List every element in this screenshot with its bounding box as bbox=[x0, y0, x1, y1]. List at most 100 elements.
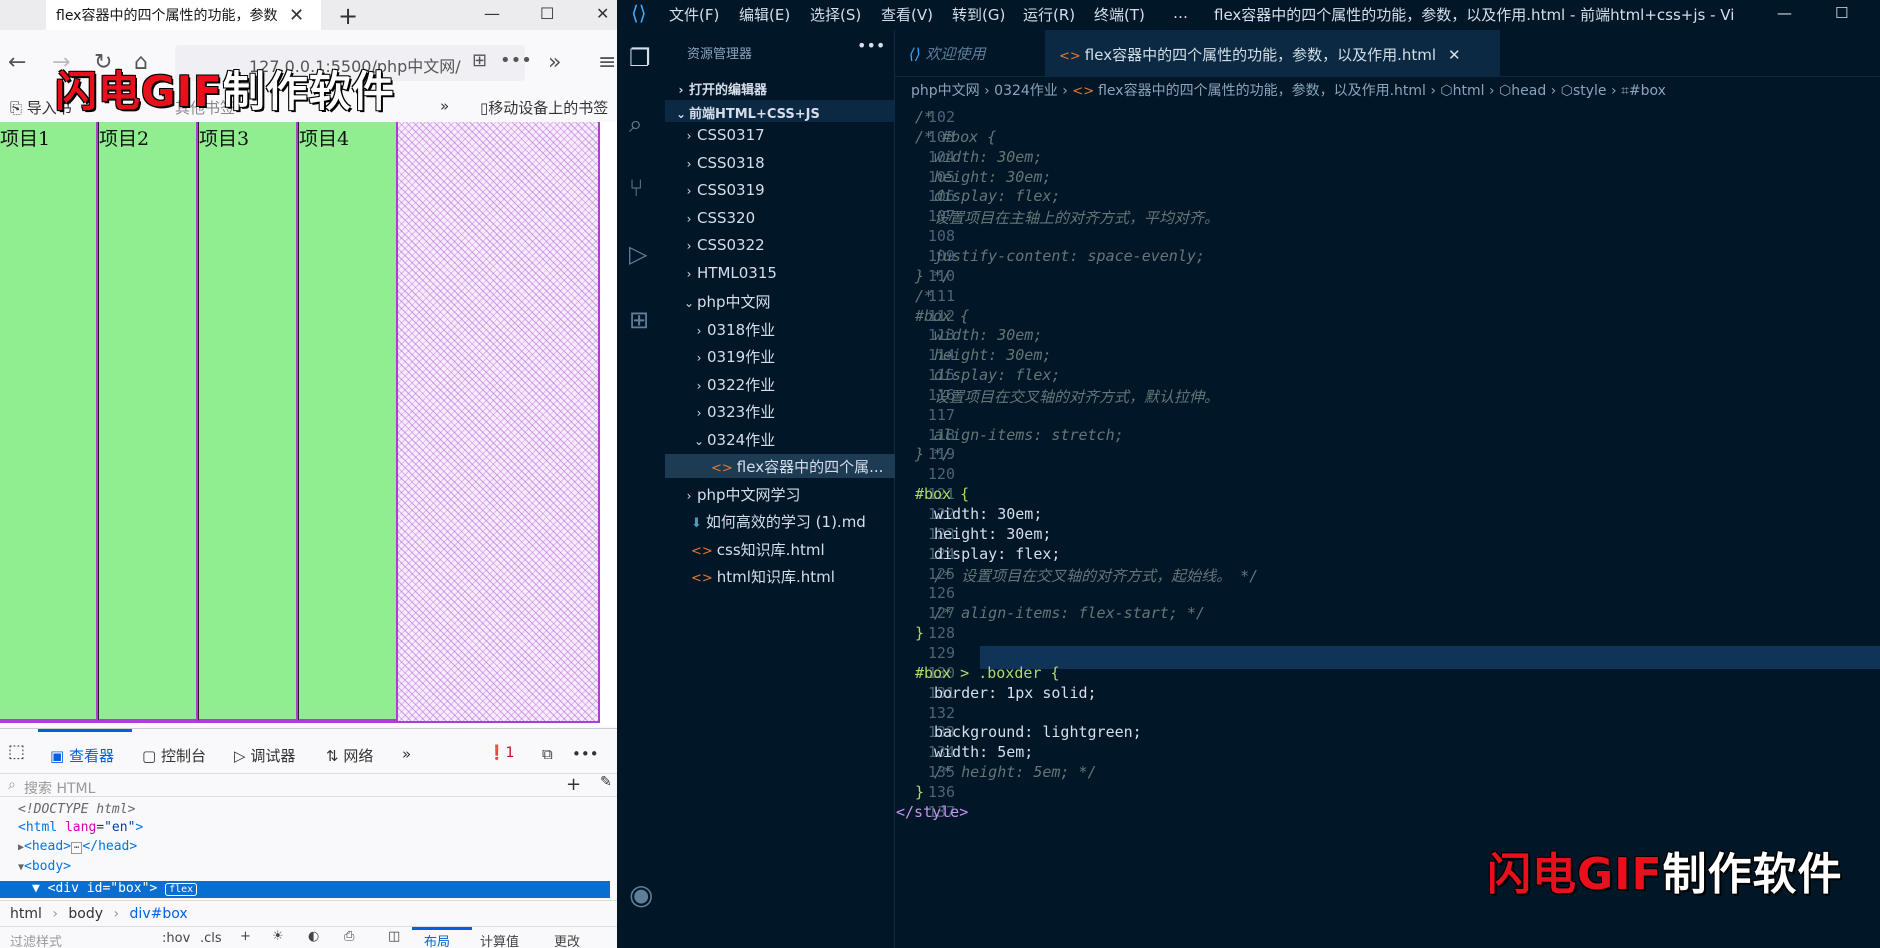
dom-head[interactable]: ▶<head> ⋯ </head> bbox=[18, 839, 137, 854]
dom-doctype[interactable]: <!DOCTYPE html> bbox=[18, 802, 135, 817]
code-line[interactable]: height: 30em; bbox=[934, 525, 1051, 543]
crumb-folder[interactable]: php中文网 bbox=[911, 83, 980, 99]
tab-network[interactable]: ⇅ 网络 bbox=[326, 745, 373, 766]
collapse-icon[interactable]: ▼ bbox=[0, 881, 40, 896]
picker-icon[interactable]: ⬚ bbox=[8, 741, 25, 762]
tree-item[interactable]: ⬇ 如何高效的学习 (1).md bbox=[665, 509, 895, 533]
tree-item[interactable]: › CSS0322 bbox=[665, 234, 895, 258]
tree-item[interactable]: › 0322作业 bbox=[665, 372, 895, 396]
code-line[interactable]: #box { bbox=[915, 485, 969, 503]
new-tab-icon[interactable]: + bbox=[338, 2, 358, 30]
add-node-icon[interactable]: + bbox=[566, 774, 581, 795]
tree-item[interactable]: <> html知识库.html bbox=[665, 564, 895, 588]
tree-item[interactable]: › php中文网学习 bbox=[665, 482, 895, 506]
light-mode-icon[interactable]: ☀ bbox=[272, 929, 284, 944]
crumb-file[interactable]: flex容器中的四个属性的功能，参数，以及作用.html bbox=[1098, 83, 1426, 99]
code-line[interactable]: height: 30em; bbox=[934, 168, 1051, 186]
tree-item[interactable]: <> flex容器中的四个属... bbox=[665, 454, 895, 478]
search-icon[interactable]: ⌕ bbox=[629, 110, 642, 138]
explorer-more-icon[interactable]: ••• bbox=[857, 36, 885, 55]
code-line[interactable]: width: 30em; bbox=[934, 148, 1042, 166]
tree-item[interactable]: › CSS0318 bbox=[665, 152, 895, 176]
tab-computed[interactable]: 计算值 bbox=[480, 931, 519, 948]
menu-view[interactable]: 查看(V) bbox=[881, 4, 933, 25]
more-icon[interactable]: ••• bbox=[500, 50, 532, 71]
flex-badge[interactable]: flex bbox=[165, 883, 198, 896]
add-rule-icon[interactable]: + bbox=[240, 929, 251, 944]
print-icon[interactable]: ⎙ bbox=[344, 929, 354, 944]
eyedropper-icon[interactable]: ✎ bbox=[600, 774, 612, 790]
filter-styles-input[interactable]: 过滤样式 bbox=[10, 931, 62, 948]
code-line[interactable]: } */ bbox=[915, 445, 951, 463]
bookmark-mobile[interactable]: ▯移动设备上的书签 bbox=[480, 97, 608, 118]
qr-icon[interactable]: ⊞ bbox=[472, 50, 487, 71]
tree-item[interactable]: › HTML0315 bbox=[665, 262, 895, 286]
cls-toggle[interactable]: .cls bbox=[200, 931, 222, 946]
devtools-more-icon[interactable]: ••• bbox=[572, 745, 599, 763]
dom-body[interactable]: ▼<body> bbox=[18, 859, 71, 874]
tree-item[interactable]: › 0323作业 bbox=[665, 399, 895, 423]
tab-welcome[interactable]: ⟨⟩ 欢迎使用 bbox=[895, 30, 1045, 77]
minimize-icon[interactable]: — bbox=[1777, 4, 1792, 22]
dark-mode-icon[interactable]: ◐ bbox=[308, 929, 319, 944]
code-line[interactable]: } */ bbox=[915, 267, 951, 285]
explorer-icon[interactable]: ❐ bbox=[629, 44, 651, 72]
tree-item[interactable]: › 0319作业 bbox=[665, 344, 895, 368]
overflow-icon[interactable]: » bbox=[548, 50, 561, 75]
back-icon[interactable]: ← bbox=[8, 50, 26, 75]
code-line[interactable]: /* 设置项目在交叉轴的对齐方式，起始线。 */ bbox=[934, 565, 1258, 586]
run-debug-icon[interactable]: ▷ bbox=[629, 240, 647, 268]
account-icon[interactable]: ◉ bbox=[629, 878, 653, 911]
code-line[interactable]: /* height: 5em; */ bbox=[934, 763, 1097, 781]
crumb-box[interactable]: ⌗#box bbox=[1621, 83, 1666, 99]
tab-changes[interactable]: 更改 bbox=[554, 931, 580, 948]
code-line[interactable]: } bbox=[915, 783, 924, 801]
workspace-section[interactable]: ⌄ 前端HTML+CSS+JS bbox=[665, 100, 895, 122]
crumb-div-box[interactable]: div#box bbox=[130, 906, 188, 922]
code-line[interactable]: 设置项目在交叉轴的对齐方式，默认拉伸。 bbox=[934, 386, 1219, 407]
code-line[interactable]: align-items: stretch; bbox=[934, 426, 1124, 444]
code-line[interactable]: width: 30em; bbox=[934, 505, 1042, 523]
maximize-icon[interactable]: ☐ bbox=[540, 4, 554, 23]
error-badge[interactable]: ❗1 bbox=[488, 745, 514, 761]
code-line[interactable]: display: flex; bbox=[934, 366, 1060, 384]
minimize-icon[interactable]: — bbox=[484, 4, 500, 23]
dom-div-box-selected[interactable]: ▼ <div id="box"> flex bbox=[0, 881, 610, 898]
code-line[interactable]: justify-content: space-evenly; bbox=[934, 247, 1205, 265]
code-line[interactable]: display: flex; bbox=[934, 187, 1060, 205]
code-line[interactable]: #box { bbox=[915, 307, 969, 325]
code-line[interactable]: width: 30em; bbox=[934, 326, 1042, 344]
tree-item[interactable]: › CSS0317 bbox=[665, 124, 895, 148]
crumb-html[interactable]: html bbox=[10, 906, 42, 922]
code-line[interactable]: /* align-items: flex-start; */ bbox=[934, 604, 1205, 622]
tab-active-file[interactable]: <> flex容器中的四个属性的功能，参数，以及作用.html ✕ bbox=[1045, 30, 1500, 77]
browser-tab[interactable]: flex容器中的四个属性的功能，参数 ✕ bbox=[46, 0, 321, 30]
tree-item[interactable]: › CSS0319 bbox=[665, 179, 895, 203]
tab-console[interactable]: ▢ 控制台 bbox=[142, 745, 206, 766]
search-html-input[interactable]: ⌕ 搜索 HTML + ✎ bbox=[0, 773, 617, 797]
source-control-icon[interactable]: ⑂ bbox=[629, 174, 643, 202]
tab-debugger[interactable]: ▷ 调试器 bbox=[234, 745, 295, 766]
close-tab-icon[interactable]: ✕ bbox=[1448, 46, 1461, 64]
bookmarks-overflow-icon[interactable]: » bbox=[440, 97, 449, 115]
menu-file[interactable]: 文件(F) bbox=[669, 4, 719, 25]
devtools-overflow-icon[interactable]: » bbox=[402, 745, 411, 763]
crumb-html[interactable]: ⬡html bbox=[1440, 83, 1484, 99]
crumb-head[interactable]: ⬡head bbox=[1499, 83, 1546, 99]
code-line[interactable]: /* #box { bbox=[915, 128, 996, 146]
maximize-icon[interactable]: ☐ bbox=[1835, 4, 1848, 22]
code-line[interactable]: background: lightgreen; bbox=[934, 723, 1142, 741]
code-line[interactable]: 设置项目在主轴上的对齐方式，平均对齐。 bbox=[934, 207, 1219, 228]
code-line[interactable]: display: flex; bbox=[934, 545, 1060, 563]
code-line[interactable]: border: 1px solid; bbox=[934, 684, 1097, 702]
tab-layout[interactable]: 布局 bbox=[424, 931, 450, 948]
code-line[interactable]: /* bbox=[915, 108, 933, 126]
open-editors-section[interactable]: › 打开的编辑器 bbox=[665, 76, 895, 98]
menu-icon[interactable]: ≡ bbox=[598, 50, 616, 75]
tree-item[interactable]: ⌄ 0324作业 bbox=[665, 427, 895, 451]
code-line[interactable]: height: 30em; bbox=[934, 346, 1051, 364]
close-window-icon[interactable]: ✕ bbox=[596, 4, 609, 23]
crumb-style[interactable]: ⬡style bbox=[1561, 83, 1607, 99]
tree-item[interactable]: › 0318作业 bbox=[665, 317, 895, 341]
code-line[interactable]: </style> bbox=[896, 803, 968, 821]
